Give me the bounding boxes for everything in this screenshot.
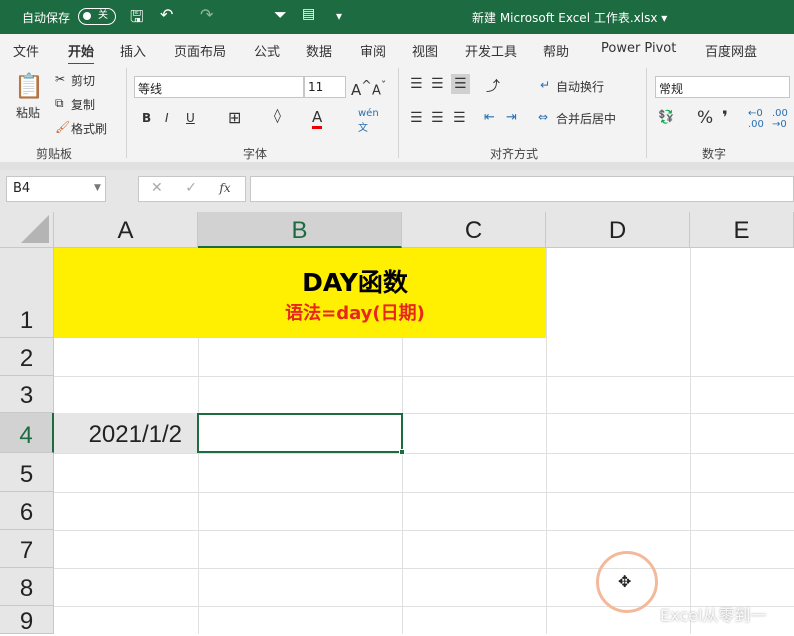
ribbon-divider bbox=[0, 162, 794, 170]
select-all-corner[interactable] bbox=[0, 212, 54, 248]
font-size-select[interactable]: 11 bbox=[304, 76, 346, 98]
bold-button[interactable]: B bbox=[142, 111, 151, 125]
tab-home[interactable]: 开始 bbox=[68, 41, 95, 66]
align-left-icon[interactable]: ☰ bbox=[410, 110, 423, 126]
clipboard-group-label: 剪贴板 bbox=[36, 147, 73, 161]
fill-color-icon[interactable]: ◊ bbox=[274, 108, 281, 124]
italic-button[interactable]: I bbox=[165, 111, 169, 125]
accounting-format-icon[interactable]: 💱 bbox=[658, 110, 674, 125]
row-header-7[interactable]: 7 bbox=[0, 530, 54, 568]
merged-title-cell[interactable]: DAY函数 语法=day(日期) bbox=[54, 248, 546, 338]
brush-icon: 🖌 bbox=[55, 120, 71, 134]
tab-page-layout[interactable]: 页面布局 bbox=[174, 41, 226, 60]
align-middle-icon[interactable]: ☰ bbox=[431, 76, 444, 92]
row-header-2[interactable]: 2 bbox=[0, 338, 54, 376]
autosave-label: 自动保存 bbox=[22, 11, 71, 25]
cell-b4-selected[interactable] bbox=[197, 413, 405, 455]
tab-view[interactable]: 视图 bbox=[412, 41, 438, 60]
watermark: Excel从零到一 bbox=[660, 606, 767, 625]
tab-insert[interactable]: 插入 bbox=[120, 41, 146, 60]
redo-icon[interactable]: ↷ bbox=[200, 5, 213, 24]
wrap-text-icon: ↵ bbox=[540, 78, 551, 92]
autosave-toggle[interactable]: 关 bbox=[78, 8, 116, 25]
column-header-a[interactable]: A bbox=[54, 212, 198, 248]
orientation-icon[interactable]: ⤴ bbox=[486, 76, 500, 96]
increase-indent-icon[interactable]: ⇥ bbox=[506, 110, 517, 125]
decrease-font-icon[interactable]: Aˇ bbox=[372, 79, 386, 98]
format-painter-button[interactable]: 格式刷 bbox=[71, 120, 107, 137]
tab-formulas[interactable]: 公式 bbox=[254, 41, 280, 60]
column-header-d[interactable]: D bbox=[546, 212, 690, 248]
tab-help[interactable]: 帮助 bbox=[543, 41, 569, 60]
enter-button[interactable]: ✓ bbox=[185, 180, 197, 196]
phonetic-icon[interactable]: wén 文 bbox=[358, 108, 379, 134]
row-header-1[interactable]: 1 bbox=[0, 248, 54, 338]
cursor-icon: ✥ bbox=[618, 572, 632, 591]
title-bar: 自动保存 关 🖫 ↶ ↷ ⏷ ▤ ▾ 新建 Microsoft Excel 工作… bbox=[0, 0, 794, 34]
insert-function-button[interactable]: fx bbox=[219, 181, 230, 195]
merge-center-button[interactable]: 合并后居中 bbox=[556, 110, 616, 127]
row-header-4[interactable]: 4 bbox=[0, 413, 54, 453]
tab-baidu[interactable]: 百度网盘 bbox=[705, 41, 757, 60]
column-header-e[interactable]: E bbox=[690, 212, 794, 248]
wrap-text-button[interactable]: 自动换行 bbox=[556, 78, 604, 95]
ribbon: 📋 粘贴 ✂ 剪切 ⧉ 复制 🖌 格式刷 剪贴板 等线 11 A^ Aˇ B I… bbox=[0, 64, 794, 162]
tab-data[interactable]: 数据 bbox=[306, 41, 332, 60]
row-header-8[interactable]: 8 bbox=[0, 568, 54, 606]
font-name-select[interactable]: 等线 bbox=[134, 76, 304, 98]
increase-decimal-icon[interactable]: ←0.00 bbox=[748, 108, 764, 130]
paste-icon[interactable]: 📋 bbox=[14, 72, 44, 100]
filter-icon[interactable]: ⏷ bbox=[274, 5, 287, 25]
copy-button[interactable]: 复制 bbox=[71, 96, 95, 113]
align-bottom-icon[interactable]: ☰ bbox=[451, 74, 470, 94]
fill-handle[interactable] bbox=[399, 449, 405, 455]
formula-bar: B4 ▼ ✕ ✓ fx bbox=[0, 170, 794, 212]
paste-button[interactable]: 粘贴 bbox=[16, 104, 40, 121]
percent-button[interactable]: % bbox=[697, 108, 713, 128]
cut-button[interactable]: 剪切 bbox=[71, 72, 95, 89]
name-box[interactable]: B4 bbox=[6, 176, 106, 202]
row-header-6[interactable]: 6 bbox=[0, 492, 54, 530]
tab-developer[interactable]: 开发工具 bbox=[465, 41, 517, 60]
formula-input[interactable] bbox=[250, 176, 794, 202]
align-group-label: 对齐方式 bbox=[490, 147, 539, 161]
undo-icon[interactable]: ↶ bbox=[160, 5, 173, 24]
row-header-9[interactable]: 9 bbox=[0, 606, 54, 635]
row-header-5[interactable]: 5 bbox=[0, 453, 54, 492]
align-right-icon[interactable]: ☰ bbox=[453, 110, 466, 126]
borders-icon[interactable]: ⊞ bbox=[228, 108, 241, 127]
ribbon-tabs: 文件 开始 插入 页面布局 公式 数据 审阅 视图 开发工具 帮助 Power … bbox=[0, 34, 794, 66]
title-text: DAY函数 bbox=[302, 268, 408, 297]
decrease-indent-icon[interactable]: ⇤ bbox=[484, 110, 495, 125]
underline-button[interactable]: U bbox=[186, 111, 195, 125]
copy-icon: ⧉ bbox=[55, 96, 64, 110]
merge-icon: ⇔ bbox=[538, 110, 549, 124]
number-format-select[interactable]: 常规 bbox=[655, 76, 790, 98]
decrease-decimal-icon[interactable]: .00 →0 bbox=[772, 108, 788, 130]
cancel-button[interactable]: ✕ bbox=[151, 180, 163, 196]
formula-buttons: ✕ ✓ fx bbox=[138, 176, 246, 202]
save-icon[interactable]: 🖫 bbox=[130, 6, 144, 33]
align-top-icon[interactable]: ☰ bbox=[410, 76, 423, 92]
align-center-icon[interactable]: ☰ bbox=[431, 110, 444, 126]
spreadsheet-grid: A B C D E 1 2 3 4 5 6 7 8 9 DAY函数 语法=day… bbox=[0, 212, 794, 635]
customize-qat-icon[interactable]: ▾ bbox=[336, 9, 342, 23]
row-header-3[interactable]: 3 bbox=[0, 376, 54, 413]
comma-button[interactable]: ❜ bbox=[722, 108, 728, 128]
scissors-icon: ✂ bbox=[55, 72, 66, 86]
number-group-label: 数字 bbox=[702, 147, 727, 161]
tab-power-pivot[interactable]: Power Pivot bbox=[601, 41, 676, 56]
increase-font-icon[interactable]: A^ bbox=[351, 77, 372, 99]
syntax-text: 语法=day(日期) bbox=[285, 303, 425, 324]
form-icon[interactable]: ▤ bbox=[302, 6, 315, 22]
tab-review[interactable]: 审阅 bbox=[360, 41, 386, 60]
column-header-c[interactable]: C bbox=[402, 212, 546, 248]
font-group-label: 字体 bbox=[243, 147, 268, 161]
font-color-icon[interactable]: A bbox=[312, 108, 323, 129]
column-header-b[interactable]: B bbox=[198, 212, 402, 248]
file-title[interactable]: 新建 Microsoft Excel 工作表.xlsx ▾ bbox=[472, 9, 667, 26]
tab-file[interactable]: 文件 bbox=[13, 41, 39, 60]
cell-a4[interactable]: 2021/1/2 bbox=[54, 413, 198, 453]
name-box-dropdown-icon[interactable]: ▼ bbox=[94, 183, 101, 193]
